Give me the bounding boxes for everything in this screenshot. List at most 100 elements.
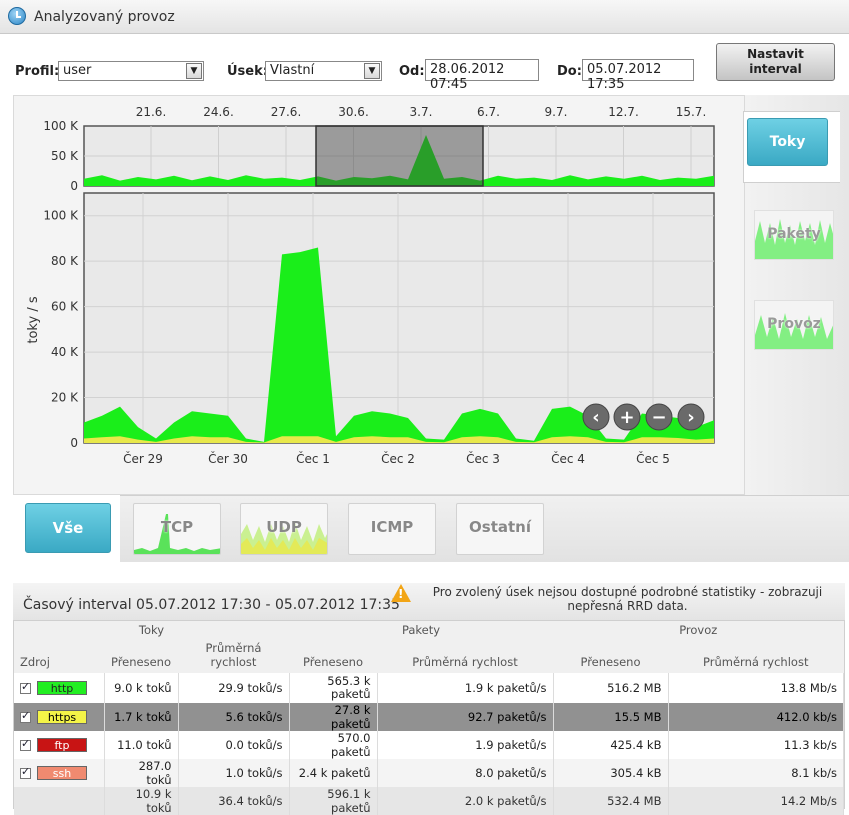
main-y-tick: 60 K xyxy=(51,300,79,314)
overview-x-tick: 24.6. xyxy=(203,105,234,119)
zoom-out-icon[interactable]: − xyxy=(645,403,673,431)
chevron-left-icon-glyph: ‹ xyxy=(592,407,599,428)
checkbox[interactable] xyxy=(20,709,31,723)
zdroj-cell: https xyxy=(14,703,105,731)
toky-rychlost-cell: 0.0 toků/s xyxy=(178,731,290,759)
clock-icon xyxy=(8,7,26,25)
zoom-out-icon-glyph: − xyxy=(651,407,666,428)
chevron-down-icon[interactable]: ▼ xyxy=(364,63,380,79)
toky-rychlost-cell: 5.6 toků/s xyxy=(178,703,290,731)
main-x-tick: Čec 4 xyxy=(551,451,585,466)
tab-icmp-label: ICMP xyxy=(370,518,414,536)
chevron-right-icon[interactable]: › xyxy=(677,403,705,431)
usek-label: Úsek: xyxy=(227,64,268,79)
provoz-prenes-cell: 15.5 MB xyxy=(553,703,669,731)
profil-label: Profil: xyxy=(15,64,60,79)
chevron-down-icon[interactable]: ▼ xyxy=(186,63,202,79)
main-x-tick: Čec 5 xyxy=(636,451,670,466)
total-provoz-rychlost: 14.2 Mb/s xyxy=(668,787,844,815)
main-x-tick: Čec 3 xyxy=(466,451,500,466)
do-label: Do: xyxy=(557,64,582,79)
profil-select[interactable]: user ▼ xyxy=(58,61,204,81)
pakety-rychlost-cell: 1.9 paketů/s xyxy=(377,731,554,759)
total-pakety-rychlost: 2.0 k paketů/s xyxy=(377,787,554,815)
tab-ostatni[interactable]: Ostatní xyxy=(456,503,544,555)
col-provoz-rychlost: Průměrná rychlost xyxy=(668,639,844,673)
zoom-in-icon-glyph: + xyxy=(619,407,634,428)
tab-provoz[interactable]: Provoz xyxy=(754,300,834,350)
zdroj-cell: ftp xyxy=(14,731,105,759)
tab-toky[interactable]: Toky xyxy=(747,118,828,166)
checkbox[interactable] xyxy=(20,737,31,751)
od-label: Od: xyxy=(399,64,425,79)
col-toky-prenes: Přeneseno xyxy=(104,639,178,673)
toky-rychlost-cell: 1.0 toků/s xyxy=(178,759,290,787)
toky-prenes-cell: 11.0 toků xyxy=(104,731,179,759)
zdroj-cell: http xyxy=(14,673,105,703)
main-y-tick: 0 xyxy=(70,436,78,450)
protocol-chip: ssh xyxy=(37,766,87,781)
provoz-rychlost-cell: 8.1 kb/s xyxy=(668,759,844,787)
usek-select[interactable]: Vlastní ▼ xyxy=(265,61,382,81)
total-zdroj-cell xyxy=(14,787,105,815)
overview-selection-window xyxy=(315,125,484,187)
overview-x-tick: 15.7. xyxy=(676,105,707,119)
profil-select-value: user xyxy=(63,63,92,78)
main-x-tick: Čec 1 xyxy=(296,451,330,466)
tab-tcp[interactable]: TCP xyxy=(133,503,221,555)
overview-x-tick: 30.6. xyxy=(338,105,369,119)
graph-svg[interactable]: 21.6. 24.6. 27.6. 30.6. 3.7. 6.7. 9.7. 12.7. 15.… xyxy=(13,95,745,495)
checkbox[interactable] xyxy=(20,680,31,694)
usek-select-value: Vlastní xyxy=(270,63,315,78)
window-title: Analyzovaný provoz xyxy=(34,9,175,25)
main-chart[interactable]: 0 20 K 40 K 60 K 80 K 100 K Čer 29 Čer 30 Čec 1 Č… xyxy=(26,192,715,466)
table-row[interactable]: http 9.0 k toků 29.9 toků/s 565.3 k pake… xyxy=(14,673,844,703)
total-toky-prenes: 10.9 k toků xyxy=(104,787,179,815)
table-row[interactable]: ssh 287.0 toků 1.0 toků/s 2.4 k paketů 8… xyxy=(14,759,844,787)
col-toky-rychlost: Průměrná rychlost xyxy=(178,639,289,673)
col-provoz-prenes: Přeneseno xyxy=(553,639,668,673)
pakety-rychlost-cell: 92.7 paketů/s xyxy=(377,703,554,731)
provoz-prenes-cell: 516.2 MB xyxy=(553,673,669,703)
pakety-prenes-cell: 27.8 k paketů xyxy=(289,703,378,731)
group-provoz: Provoz xyxy=(553,621,844,639)
total-pakety-prenes: 596.1 k paketů xyxy=(289,787,378,815)
overview-x-tick: 9.7. xyxy=(545,105,568,119)
checkbox[interactable] xyxy=(20,765,31,779)
total-row: 10.9 k toků 36.4 toků/s 596.1 k paketů 2… xyxy=(14,787,844,815)
pakety-prenes-cell: 2.4 k paketů xyxy=(289,759,378,787)
chevron-left-icon[interactable]: ‹ xyxy=(582,403,610,431)
main-y-tick: 40 K xyxy=(51,345,79,359)
tab-tcp-label: TCP xyxy=(160,518,194,536)
warning-text: Pro zvolený úsek nejsou dostupné podrobn… xyxy=(432,585,823,613)
pakety-rychlost-cell: 1.9 k paketů/s xyxy=(377,673,554,703)
od-input[interactable]: 28.06.2012 07:45 xyxy=(425,59,539,92)
overview-x-tick: 12.7. xyxy=(608,105,639,119)
total-provoz-prenes: 532.4 MB xyxy=(553,787,669,815)
table-row[interactable]: https 1.7 k toků 5.6 toků/s 27.8 k paket… xyxy=(14,703,844,731)
tab-ostatni-label: Ostatní xyxy=(469,518,531,536)
tab-pakety[interactable]: Pakety xyxy=(754,210,834,260)
tab-udp-label: UDP xyxy=(266,518,302,536)
protocol-chip: ftp xyxy=(37,738,87,753)
tab-provoz-label: Provoz xyxy=(767,316,821,332)
overview-chart[interactable]: 21.6. 24.6. 27.6. 30.6. 3.7. 6.7. 9.7. 12.7. 15.… xyxy=(43,105,715,193)
tab-udp[interactable]: UDP xyxy=(240,503,328,555)
group-pakety: Pakety xyxy=(289,621,553,639)
col-zdroj: Zdroj xyxy=(14,639,104,673)
provoz-rychlost-cell: 11.3 kb/s xyxy=(668,731,844,759)
toky-rychlost-cell: 29.9 toků/s xyxy=(178,673,290,703)
zoom-in-icon[interactable]: + xyxy=(613,403,641,431)
do-input[interactable]: 05.07.2012 17:35 xyxy=(582,59,694,92)
tab-vse[interactable]: Vše xyxy=(25,503,111,553)
tab-icmp[interactable]: ICMP xyxy=(348,503,436,555)
stats-table: Toky Pakety Provoz Zdroj Přeneseno Průmě… xyxy=(14,621,844,815)
col-toky-rychlost-line1: Průměrná xyxy=(205,641,262,655)
main-x-tick: Čer 30 xyxy=(208,451,248,466)
set-interval-button[interactable]: Nastavit interval xyxy=(716,43,835,81)
table-row[interactable]: ftp 11.0 toků 0.0 toků/s 570.0 paketů 1.… xyxy=(14,731,844,759)
protocol-chip: http xyxy=(37,681,87,696)
col-pakety-prenes: Přeneseno xyxy=(289,639,377,673)
toky-prenes-cell: 9.0 k toků xyxy=(104,673,179,703)
group-toky: Toky xyxy=(14,621,289,639)
